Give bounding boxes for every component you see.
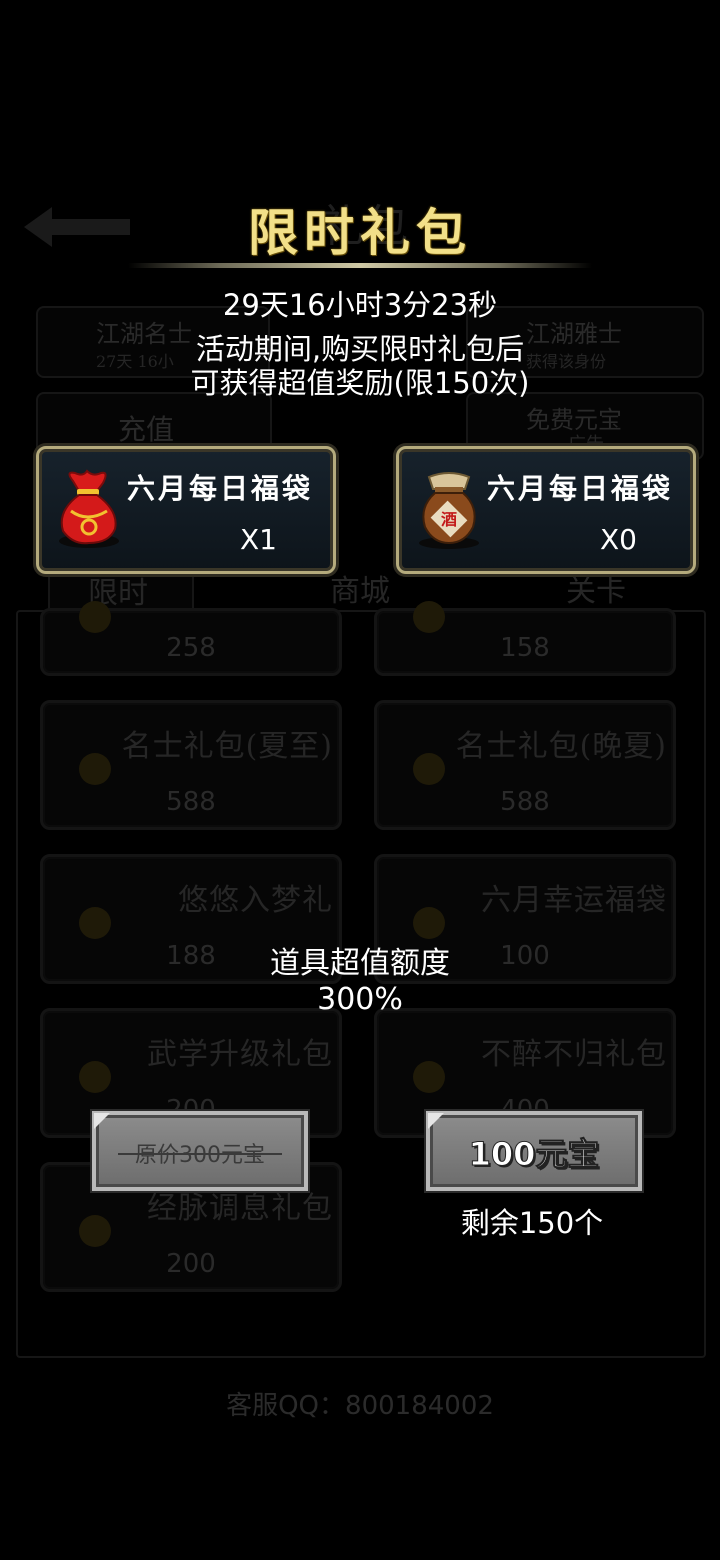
strikethrough-line <box>118 1153 282 1155</box>
gift-card-price: 588 <box>166 787 216 817</box>
reward-item-quantity: X1 <box>240 523 277 556</box>
modal-title: 限时礼包 <box>248 203 472 262</box>
gift-card[interactable]: 258 <box>40 601 342 676</box>
reward-item-quantity: X0 <box>600 523 637 556</box>
description-line-1: 活动期间,购买限时礼包后 <box>195 332 525 366</box>
tab-shop[interactable]: 商城 <box>330 566 390 610</box>
event-description: 活动期间,购买限时礼包后 可获得超值奖励(限150次) <box>0 332 720 400</box>
value-label: 道具超值额度 <box>270 946 450 981</box>
reward-item-card[interactable]: 六月每日福袋 X1 <box>36 446 336 574</box>
wine-jar-icon: 酒 <box>419 472 479 549</box>
coin-icon <box>79 601 111 633</box>
buy-button[interactable]: 100元宝 <box>426 1111 642 1191</box>
value-percent: 300% <box>317 982 403 1017</box>
gift-card[interactable]: 名士礼包(晚夏) 588 <box>374 700 676 830</box>
gift-card[interactable]: 名士礼包(夏至) 588 <box>40 700 342 830</box>
gift-card-title: 名士礼包(夏至) <box>121 729 333 764</box>
reward-item-name: 六月每日福袋 <box>487 472 674 505</box>
gift-card-title: 悠悠入梦礼 <box>178 883 333 918</box>
corner-decoration <box>94 1113 110 1129</box>
gift-card-price: 158 <box>500 633 550 663</box>
gift-card-title: 武学升级礼包 <box>147 1037 333 1072</box>
original-price-tag: 原价300元宝 <box>92 1111 308 1191</box>
reward-item-name: 六月每日福袋 <box>127 472 314 505</box>
recharge-label: 充值 <box>118 413 175 446</box>
remaining-stock: 剩余150个 <box>460 1206 604 1240</box>
description-line-2: 可获得超值奖励(限150次) <box>190 366 530 400</box>
title-divider <box>128 263 592 268</box>
gift-card[interactable]: 158 <box>374 601 676 676</box>
gift-card-title: 不醉不归礼包 <box>481 1037 667 1072</box>
countdown-timer: 29天16小时3分23秒 <box>222 288 498 322</box>
gift-card-title: 六月幸运福袋 <box>481 883 667 918</box>
customer-service-text: 客服QQ：800184002 <box>226 1391 494 1421</box>
reward-item-card[interactable]: 酒 六月每日福袋 X0 <box>396 446 696 574</box>
coin-icon <box>413 601 445 633</box>
buy-price-label: 100元宝 <box>468 1135 600 1174</box>
gift-card-title: 名士礼包(晚夏) <box>455 729 667 764</box>
gift-card-price: 258 <box>166 633 216 663</box>
corner-decoration <box>428 1113 444 1129</box>
gift-card-price: 200 <box>166 1249 216 1279</box>
lucky-bag-icon <box>59 469 119 548</box>
svg-text:酒: 酒 <box>441 510 457 529</box>
value-info: 道具超值额度 300% <box>0 946 720 1018</box>
gift-card-price: 588 <box>500 787 550 817</box>
